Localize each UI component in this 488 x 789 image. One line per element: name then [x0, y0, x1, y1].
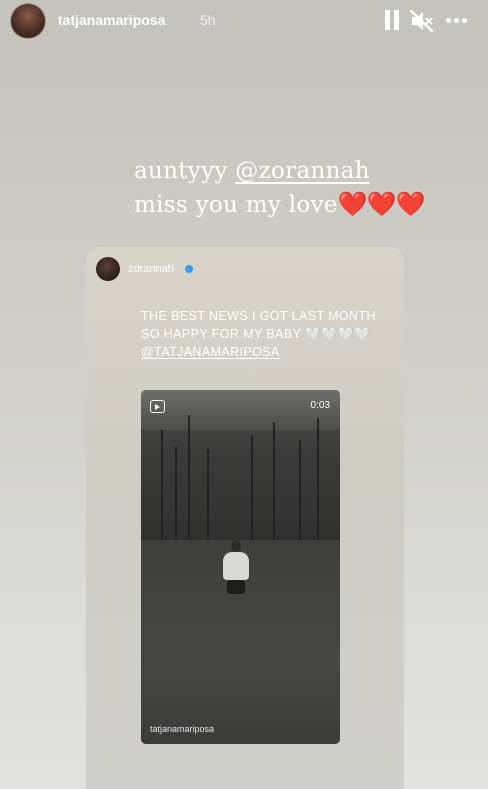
shared-story-card[interactable]: zorannah THE BEST NEWS I GOT LAST MONTH … [86, 247, 404, 789]
story-timestamp: 5h [200, 12, 216, 28]
shared-story-text-line-2: SO HAPPY FOR MY BABY 🤍🤍🤍🤍 [141, 327, 371, 342]
more-icon[interactable] [446, 12, 468, 32]
muted-speaker-icon[interactable] [409, 9, 434, 33]
verified-badge-icon [185, 265, 193, 273]
shared-story-avatar[interactable] [95, 256, 121, 282]
reel-duration: 0:03 [310, 400, 330, 411]
reel-credit[interactable]: tatjanamariposa [150, 724, 214, 734]
pause-icon[interactable] [384, 10, 400, 30]
reel-person [223, 552, 249, 580]
white-hearts: 🤍🤍🤍🤍 [305, 327, 372, 342]
caption-line-1: auntyyy @zorannah [134, 158, 370, 184]
caption-prefix: auntyyy [134, 158, 236, 184]
shared-story-text-prefix: SO HAPPY FOR MY BABY [141, 327, 306, 341]
reel-person-head [231, 540, 241, 552]
caption-text: miss you my love [134, 192, 338, 218]
avatar[interactable] [10, 3, 46, 39]
shared-story-username[interactable]: zorannah [128, 263, 174, 275]
story-username[interactable]: tatjanamariposa [58, 12, 165, 28]
shared-story-mention[interactable]: @TATJANAMARIPOSA [141, 345, 280, 359]
caption-line-2: miss you my love❤️❤️❤️ [134, 190, 426, 218]
reels-icon [150, 400, 165, 413]
caption-mention[interactable]: @zorannah [235, 158, 370, 184]
story-header: tatjanamariposa 5h [0, 0, 488, 44]
red-hearts: ❤️❤️❤️ [337, 190, 426, 218]
reel-preview[interactable]: 0:03 tatjanamariposa [141, 390, 340, 744]
reel-person-legs [227, 580, 245, 594]
reel-trees [141, 390, 340, 540]
shared-story-text-line-1: THE BEST NEWS I GOT LAST MONTH [141, 309, 376, 323]
